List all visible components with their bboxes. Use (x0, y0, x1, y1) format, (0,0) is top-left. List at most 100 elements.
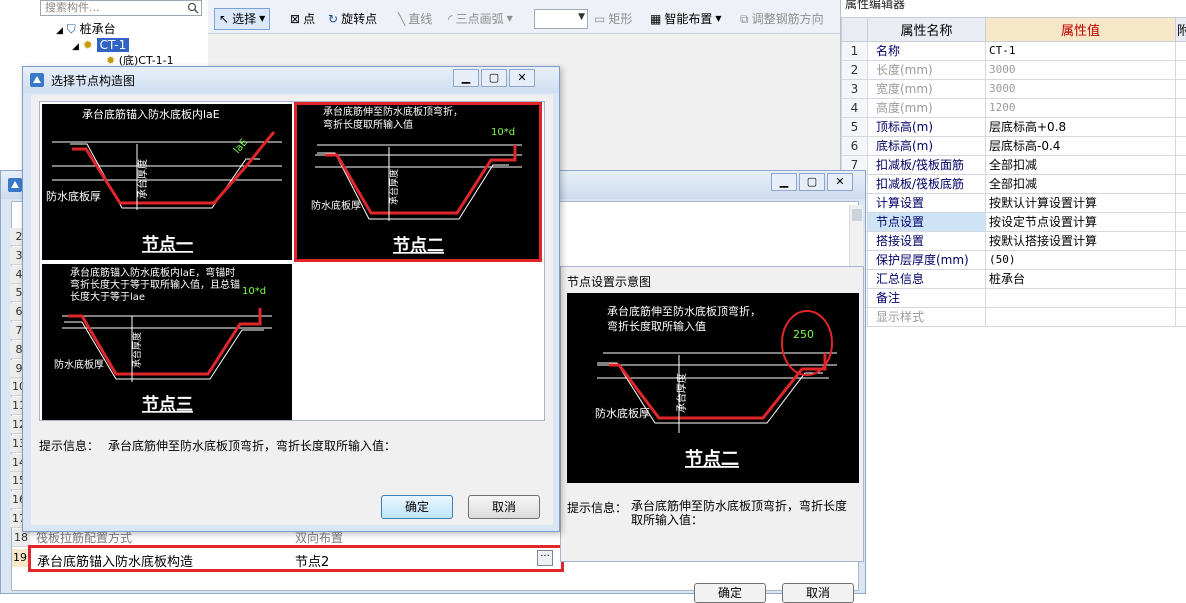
rectangle-icon: ▭ (594, 9, 605, 29)
dropdown-arrow-icon[interactable]: ▼ (715, 9, 721, 29)
scrollbar-thumb[interactable] (852, 209, 862, 221)
property-value[interactable]: 层底标高-0.4 (986, 137, 1176, 156)
property-value[interactable]: 3000 (986, 61, 1176, 80)
tree-node-root[interactable]: ◢ ⛉ 桩承台 (56, 21, 116, 37)
property-value[interactable]: 按默认搭接设置计算 (986, 232, 1176, 251)
property-value[interactable]: 全部扣减 (986, 156, 1176, 175)
back-cancel-button[interactable]: 取消 (782, 583, 854, 603)
node-1-thumbnail[interactable]: 承台底筋锚入防水底板内laE 承台厚度 防水底板厚 laE 节点一 (42, 104, 292, 260)
tree-node-selected[interactable]: ◢ ✹ CT-1 (72, 37, 129, 53)
property-row[interactable]: 9计算设置按默认计算设置计算 (842, 194, 1186, 213)
property-row[interactable]: 15显示样式 (842, 308, 1186, 327)
property-name: 节点设置 (868, 213, 986, 232)
property-row[interactable]: 2长度(mm)3000 (842, 61, 1186, 80)
node-2-text-line1: 承台底筋伸至防水底板顶弯折， (323, 105, 463, 118)
property-value[interactable]: CT-1 (986, 42, 1176, 61)
property-row[interactable]: 11搭接设置按默认搭接设置计算 (842, 232, 1186, 251)
property-name: 扣减板/筏板面筋 (868, 156, 986, 175)
cancel-button[interactable]: 取消 (468, 495, 540, 519)
sample-dim-value: 250 (793, 328, 814, 341)
property-row[interactable]: 1名称CT-1 (842, 42, 1186, 61)
property-name: 计算设置 (868, 194, 986, 213)
line-icon: ╲ (398, 9, 405, 29)
property-name: 宽度(mm) (868, 80, 986, 99)
property-row[interactable]: 10节点设置按设定节点设置计算 (842, 213, 1186, 232)
property-name: 顶标高(m) (868, 118, 986, 137)
sample-hint-label: 提示信息： (567, 499, 627, 516)
property-value[interactable]: (50) (986, 251, 1176, 270)
node-2-thumbnail-selected[interactable]: 承台底筋伸至防水底板顶弯折， 弯折长度取所输入值 承台厚度 防水底板厚 10*d… (294, 102, 542, 262)
property-row[interactable]: 6底标高(m)层底标高-0.4 (842, 137, 1186, 156)
maximize-button[interactable]: ▢ (481, 69, 507, 87)
arc-button[interactable]: ◜ 三点画弧 ▼ (448, 9, 513, 29)
hint-text: 承台底筋伸至防水底板顶弯折，弯折长度取所输入值： (108, 437, 396, 454)
row-19-value[interactable]: 节点2 (295, 551, 329, 570)
property-extra (1176, 156, 1186, 175)
property-row[interactable]: 8扣减板/筏板底筋全部扣减 (842, 175, 1186, 194)
maximize-button[interactable]: ▢ (799, 173, 825, 191)
property-row-number: 1 (842, 42, 868, 61)
search-icon[interactable] (187, 2, 199, 14)
property-row[interactable]: 3宽度(mm)3000 (842, 80, 1186, 99)
line-button[interactable]: ╲ 直线 (398, 9, 432, 29)
property-row[interactable]: 5顶标高(m)层底标高+0.8 (842, 118, 1186, 137)
sample-text-line2: 弯折长度取所输入值 (607, 319, 706, 333)
arc-icon: ◜ (448, 9, 453, 29)
node-3-text-line1: 承台底筋锚入防水底板内laE，弯锚时 (70, 266, 235, 279)
node-2-label-thickness: 承台厚度 (388, 169, 400, 205)
node-2-text-line2: 弯折长度取所输入值 (323, 118, 413, 131)
dropdown-arrow-icon[interactable]: ▼ (507, 9, 513, 29)
smart-layout-button[interactable]: ▦ 智能布置 ▼ (650, 9, 722, 29)
property-row[interactable]: 7扣减板/筏板面筋全部扣减 (842, 156, 1186, 175)
search-input[interactable]: 搜索构件... (40, 0, 202, 16)
close-button[interactable]: ✕ (509, 69, 535, 87)
tree-node-label: 桩承台 (80, 22, 116, 36)
adjust-rebar-button[interactable]: ⧉ 调整钢筋方向 (740, 9, 824, 29)
point-label: 点 (303, 9, 315, 29)
minimize-button[interactable]: ▁ (771, 173, 797, 191)
node-3-thumbnail[interactable]: 承台底筋锚入防水底板内laE，弯锚时 弯折长度大于等于取所输入值，且总锚 长度大… (42, 264, 292, 420)
property-value[interactable]: 全部扣减 (986, 175, 1176, 194)
dropdown-arrow-icon[interactable]: ▼ (578, 12, 585, 22)
ok-button[interactable]: 确定 (381, 495, 453, 519)
collapse-triangle-icon[interactable]: ◢ (72, 42, 79, 52)
select-node-titlebar[interactable]: 选择节点构造图 ▁ ▢ ✕ (23, 67, 559, 93)
select-label: 选择 (232, 9, 256, 29)
component-tree-panel: 搜索构件... ◢ ⛉ 桩承台 ◢ ✹ CT-1 ✹ (底)CT-1-1 (0, 0, 208, 70)
point-button[interactable]: ⊠ 点 (290, 9, 315, 29)
back-ok-button[interactable]: 确定 (694, 583, 766, 603)
app-icon (7, 177, 23, 193)
property-value[interactable]: 1200 (986, 99, 1176, 118)
property-value[interactable]: 按默认计算设置计算 (986, 194, 1176, 213)
property-value[interactable] (986, 289, 1176, 308)
collapse-triangle-icon[interactable]: ◢ (56, 26, 63, 36)
property-value[interactable]: 层底标高+0.8 (986, 118, 1176, 137)
gear-icon: ✹ (83, 38, 93, 52)
ellipsis-button[interactable]: ··· (537, 550, 553, 566)
property-extra (1176, 270, 1186, 289)
smart-layout-label: 智能布置 (664, 9, 712, 29)
row-19-highlighted[interactable]: 承台底筋锚入防水底板构造 节点2 ··· (28, 545, 564, 572)
select-button[interactable]: ↖ 选择 ▼ (214, 8, 270, 30)
property-value[interactable]: 按设定节点设置计算 (986, 213, 1176, 232)
property-extra (1176, 118, 1186, 137)
property-row[interactable]: 12保护层厚度(mm)(50) (842, 251, 1186, 270)
minimize-button[interactable]: ▁ (453, 69, 479, 87)
node-3-label-thickness: 承台厚度 (131, 332, 143, 368)
dropdown-arrow-icon[interactable]: ▼ (259, 9, 265, 29)
shape-combo[interactable]: ▼ (534, 9, 588, 29)
property-row[interactable]: 13汇总信息桩承台 (842, 270, 1186, 289)
select-node-dialog: 选择节点构造图 ▁ ▢ ✕ 承台底筋锚入防水底板内laE 承台厚度 防水底板厚 … (22, 66, 560, 532)
property-row[interactable]: 14备注 (842, 289, 1186, 308)
rect-button[interactable]: ▭ 矩形 (594, 9, 632, 29)
node-1-label-thickness: 承台厚度 (136, 159, 149, 199)
adjust-icon: ⧉ (740, 9, 749, 29)
property-value[interactable] (986, 308, 1176, 327)
property-row-number: 2 (842, 61, 868, 80)
property-value[interactable]: 桩承台 (986, 270, 1176, 289)
property-row[interactable]: 4高度(mm)1200 (842, 99, 1186, 118)
node-3-text-line2: 弯折长度大于等于取所输入值，且总锚 (70, 278, 240, 291)
close-button[interactable]: ✕ (827, 173, 853, 191)
property-value[interactable]: 3000 (986, 80, 1176, 99)
rotate-point-button[interactable]: ↻ 旋转点 (328, 9, 377, 29)
